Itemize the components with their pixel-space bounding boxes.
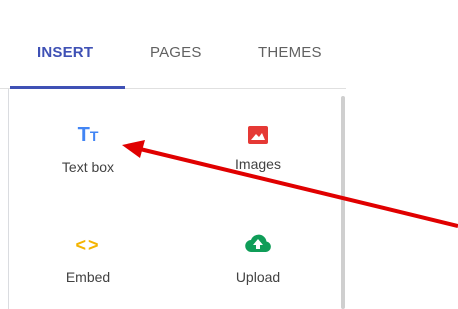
scrollbar[interactable] — [341, 96, 345, 309]
embed-code-icon: <> — [75, 235, 101, 255]
tab-insert[interactable]: INSERT — [37, 44, 93, 61]
insert-embed-button[interactable]: <> Embed — [33, 233, 143, 303]
images-label: Images — [235, 156, 281, 172]
tab-pages[interactable]: PAGES — [150, 44, 202, 61]
insert-images-button[interactable]: Images — [203, 123, 313, 193]
embed-label: Embed — [65, 269, 111, 285]
insert-panel: INSERT PAGES THEMES TT Text box Images <… — [0, 0, 346, 309]
image-icon — [248, 126, 268, 144]
insert-upload-button[interactable]: Upload — [203, 233, 313, 303]
active-tab-indicator — [10, 86, 125, 89]
insert-text-box-button[interactable]: TT Text box — [33, 123, 143, 193]
tab-bar: INSERT PAGES THEMES — [0, 0, 346, 89]
upload-cloud-icon — [244, 233, 272, 257]
text-box-icon: TT — [77, 124, 99, 146]
tab-themes[interactable]: THEMES — [258, 44, 322, 61]
upload-label: Upload — [235, 269, 281, 285]
text-box-label: Text box — [61, 159, 115, 175]
panel-divider — [8, 89, 9, 309]
